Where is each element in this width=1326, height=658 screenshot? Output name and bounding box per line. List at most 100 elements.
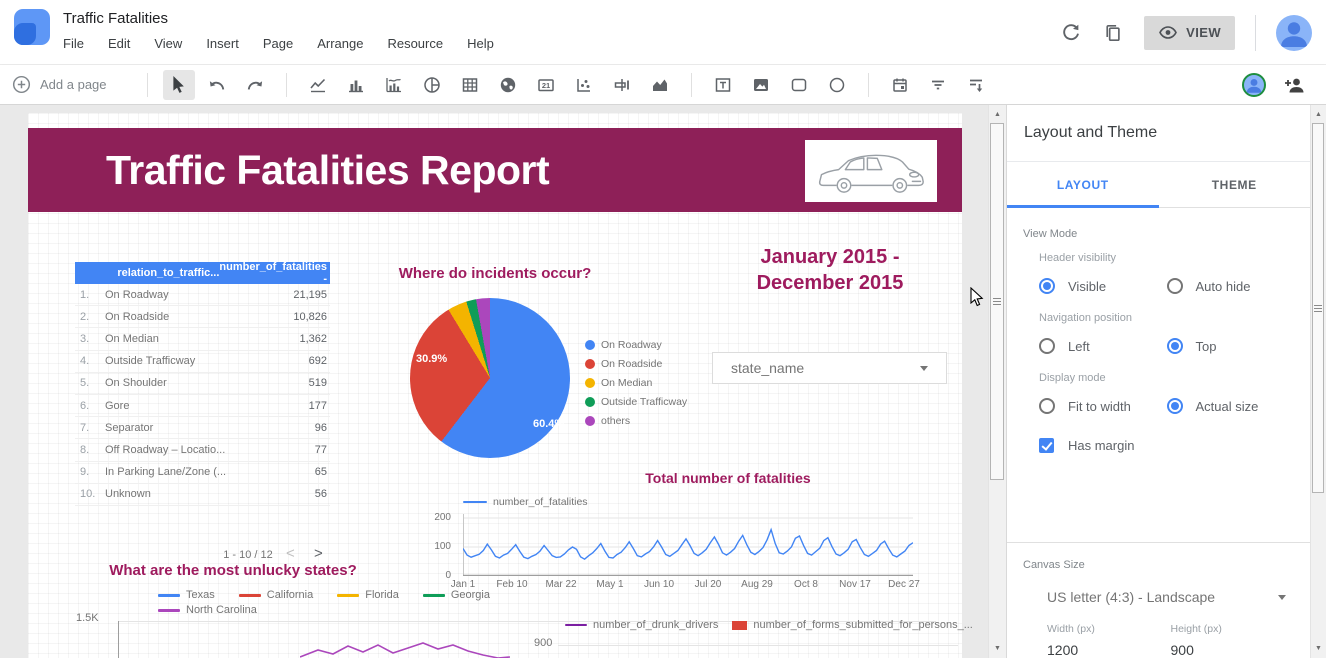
group-label: Header visibility (1039, 252, 1117, 264)
table-row[interactable]: 6. Gore 177 (75, 395, 330, 418)
legend-label: California (266, 589, 314, 601)
height-input[interactable]: 900 (1171, 642, 1295, 658)
tab-layout[interactable]: LAYOUT (1007, 162, 1159, 207)
legend-dot-swatch (585, 340, 595, 350)
radio-auto-hide[interactable]: Auto hide (1166, 278, 1295, 294)
radio-button[interactable] (1039, 278, 1055, 294)
radio-button[interactable] (1166, 338, 1183, 354)
radio-left[interactable]: Left (1039, 338, 1167, 354)
radio-top[interactable]: Top (1166, 338, 1295, 354)
table-header[interactable]: relation_to_traffic... number_of_fatalit… (75, 261, 330, 285)
add-page-button[interactable]: Add a page (12, 75, 107, 94)
radio-actual-size[interactable]: Actual size (1166, 398, 1295, 414)
document-title[interactable]: Traffic Fatalities (63, 10, 494, 27)
menu-help[interactable]: Help (467, 36, 494, 51)
states-chart-preview[interactable] (300, 640, 510, 658)
width-label: Width (px) (1047, 623, 1095, 635)
has-margin-checkbox[interactable] (1039, 438, 1054, 453)
copy-report-button[interactable] (1102, 22, 1124, 44)
select-tool-button[interactable] (162, 69, 195, 100)
column-relation[interactable]: relation_to_traffic... (75, 267, 219, 279)
bar-chart-button[interactable] (340, 70, 372, 100)
table-row[interactable]: 3. On Median 1,362 (75, 328, 330, 351)
panel-scrollbar[interactable]: ▲ ▼ (1310, 105, 1326, 658)
date-range-button[interactable] (884, 70, 916, 100)
state-filter-dropdown[interactable]: state_name (712, 352, 947, 384)
table-row[interactable]: 1. On Roadway 21,195 (75, 284, 330, 307)
filter-control-button[interactable] (922, 70, 954, 100)
rectangle-button[interactable] (783, 70, 815, 100)
bullet-chart-button[interactable] (606, 70, 638, 100)
radio-button[interactable] (1166, 278, 1183, 294)
scroll-down-icon[interactable]: ▼ (989, 641, 1006, 656)
radio-button[interactable] (1166, 398, 1183, 414)
panel-scrollbar-thumb[interactable] (1312, 123, 1324, 493)
radio-fit-to-width[interactable]: Fit to width (1039, 398, 1167, 414)
table-row[interactable]: 4. Outside Trafficway 692 (75, 351, 330, 373)
pagination-prev-icon[interactable]: < (286, 545, 295, 562)
radio-label: Fit to width (1068, 398, 1131, 414)
scatter-chart-button[interactable] (568, 70, 600, 100)
menu-view[interactable]: View (154, 36, 182, 51)
share-add-people-button[interactable] (1284, 74, 1306, 96)
y-tick-label: 200 (434, 512, 451, 523)
radio-visible[interactable]: Visible (1039, 278, 1167, 294)
table-row[interactable]: 8. Off Roadway – Locatio... 77 (75, 439, 330, 462)
person-icon (1281, 21, 1307, 47)
car-image (805, 140, 937, 202)
legend-label: North Carolina (186, 604, 257, 616)
view-mode-button[interactable]: VIEW (1144, 15, 1235, 50)
menu-insert[interactable]: Insert (206, 36, 239, 51)
time-series-chart-button[interactable] (302, 70, 334, 100)
table-row[interactable]: 10. Unknown 56 (75, 484, 330, 506)
menu-resource[interactable]: Resource (387, 36, 443, 51)
undo-button[interactable] (201, 70, 233, 100)
table-row[interactable]: 2. On Roadside 10,826 (75, 306, 330, 329)
canvas-size-dropdown[interactable]: US letter (4:3) - Landscape (1047, 589, 1286, 605)
pie-chart[interactable] (410, 298, 570, 458)
pie-legend: On Roadway On Roadside On Median Outside Tr… (585, 339, 687, 427)
radio-button[interactable] (1039, 338, 1055, 354)
radio-label: Visible (1068, 278, 1107, 294)
scroll-down-icon[interactable]: ▼ (1311, 641, 1326, 656)
menu-file[interactable]: File (63, 36, 84, 51)
table-row[interactable]: 5. On Shoulder 519 (75, 373, 330, 395)
refresh-data-button[interactable] (1060, 22, 1082, 44)
scroll-up-icon[interactable]: ▲ (989, 107, 1006, 122)
pagination-next-icon[interactable]: > (314, 545, 323, 562)
data-studio-logo-icon[interactable] (14, 9, 50, 45)
oval-button[interactable] (821, 70, 853, 100)
radio-button[interactable] (1039, 398, 1055, 414)
menu-page[interactable]: Page (263, 36, 293, 51)
menu-edit[interactable]: Edit (108, 36, 130, 51)
geo-map-button[interactable] (492, 70, 524, 100)
data-control-button[interactable] (960, 70, 992, 100)
combo-chart-button[interactable] (378, 70, 410, 100)
image-button[interactable] (745, 70, 777, 100)
relation-table[interactable]: relation_to_traffic... number_of_fatalit… (75, 261, 330, 506)
scroll-up-icon[interactable]: ▲ (1311, 107, 1326, 122)
account-avatar[interactable] (1276, 14, 1312, 51)
add-person-icon (1285, 78, 1304, 92)
tab-theme[interactable]: THEME (1159, 162, 1311, 207)
collaborator-avatar[interactable] (1242, 72, 1266, 97)
report-banner[interactable]: Traffic Fatalities Report (28, 128, 962, 212)
menu-arrange[interactable]: Arrange (317, 36, 363, 51)
scorecard-button[interactable]: 21 (530, 70, 562, 100)
canvas-scrollbar-thumb[interactable] (990, 123, 1004, 480)
pie-chart-button[interactable] (416, 70, 448, 100)
pie-legend-item: On Roadside (585, 358, 687, 370)
x-tick-label: Jun 10 (643, 579, 675, 590)
canvas-scrollbar[interactable]: ▲ ▼ (988, 105, 1006, 658)
redo-button[interactable] (239, 70, 271, 100)
timeseries-plot[interactable] (463, 510, 913, 576)
row-value: 96 (314, 421, 327, 434)
text-button[interactable] (707, 70, 739, 100)
column-fatalities[interactable]: number_of_fatalities - (219, 261, 330, 285)
area-chart-button[interactable] (644, 70, 676, 100)
width-input[interactable]: 1200 (1047, 642, 1171, 658)
table-row[interactable]: 7. Separator 96 (75, 417, 330, 440)
report-page[interactable]: Traffic Fatalities Report relation_to_tr… (28, 113, 973, 658)
table-row[interactable]: 9. In Parking Lane/Zone (... 65 (75, 462, 330, 484)
table-button[interactable] (454, 70, 486, 100)
